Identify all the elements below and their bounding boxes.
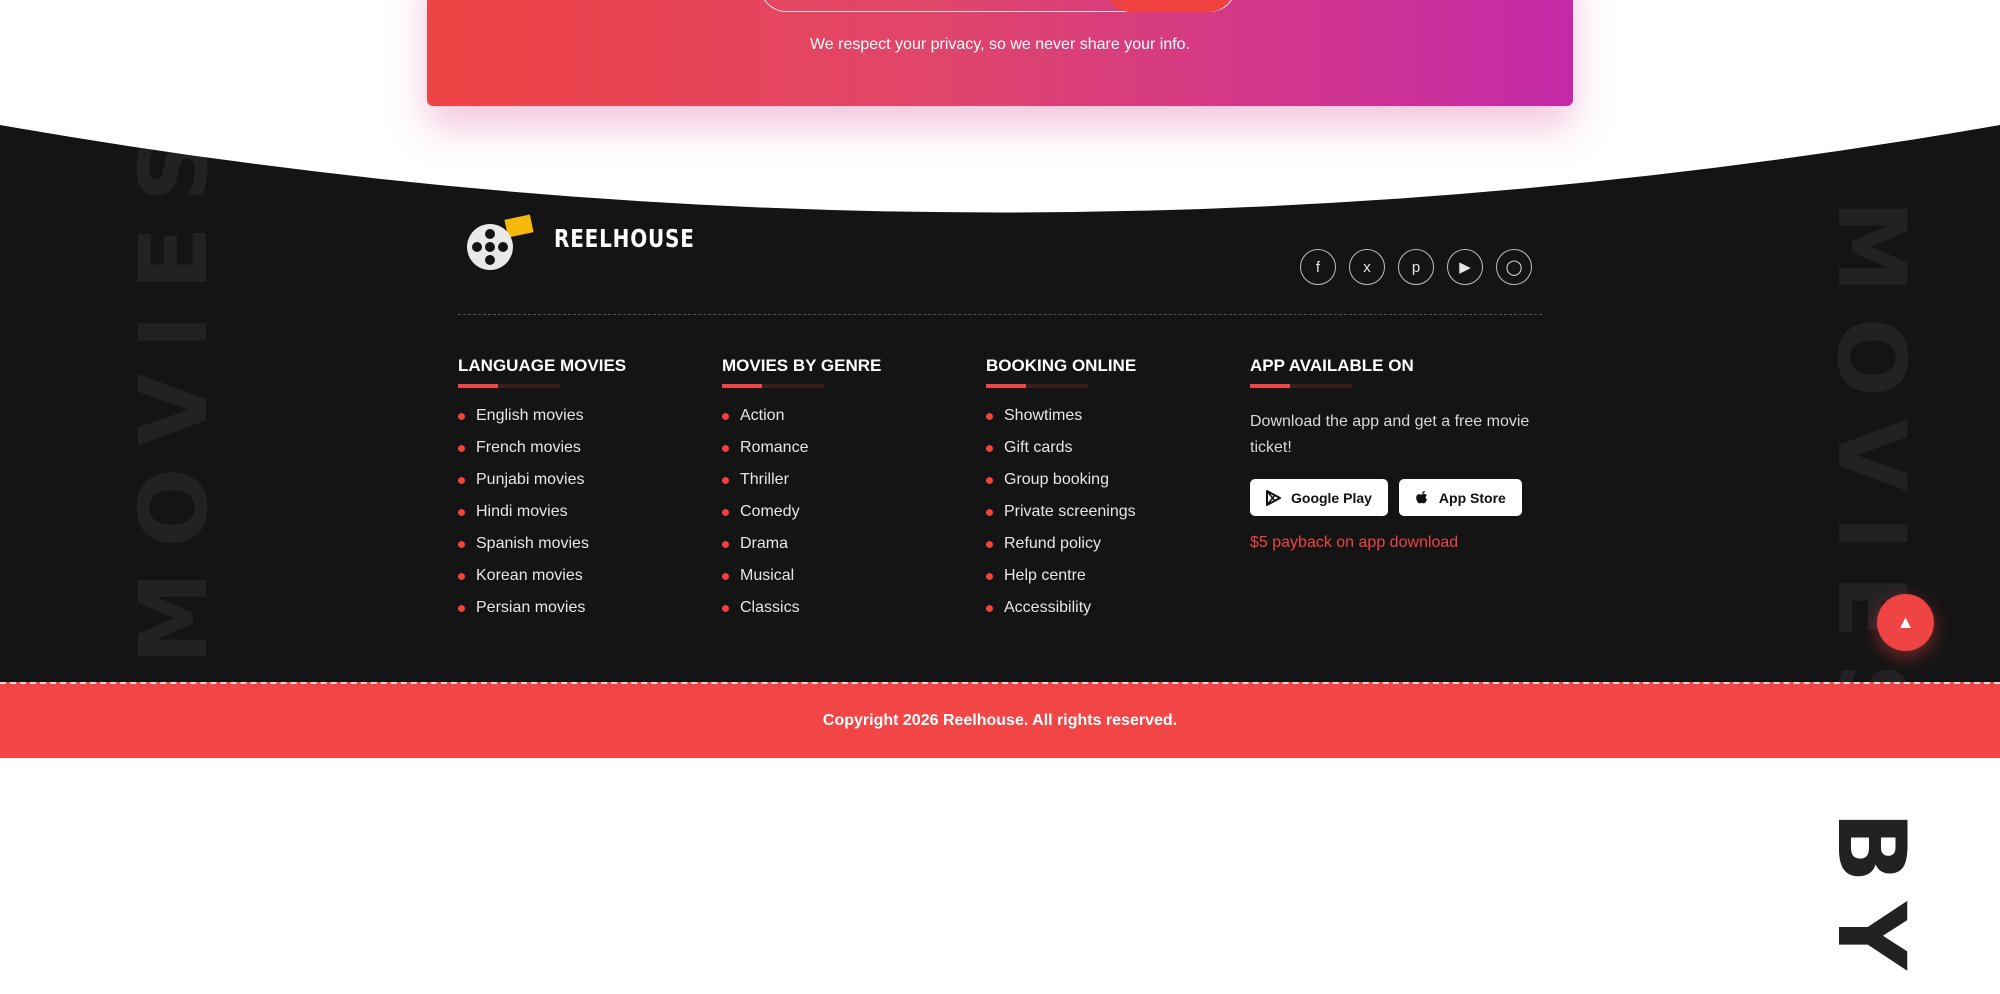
- scroll-to-top-button[interactable]: ▲: [1877, 594, 1934, 651]
- reel-logo-icon[interactable]: [466, 214, 536, 274]
- footer-link-help-centre[interactable]: Help centre: [986, 568, 1136, 600]
- app-store-button[interactable]: App Store: [1398, 479, 1522, 516]
- payback-offer[interactable]: $5 payback on app download: [1250, 534, 1540, 552]
- apple-icon: [1415, 490, 1429, 506]
- column-language-movies: LANGUAGE MOVIES English movies French mo…: [458, 356, 626, 632]
- footer-link-accessibility[interactable]: Accessibility: [986, 600, 1136, 632]
- brand-name[interactable]: REELHOUSE: [554, 224, 695, 253]
- google-play-icon: [1266, 489, 1281, 506]
- footer-link-thriller[interactable]: Thriller: [722, 472, 881, 504]
- link-list: English movies French movies Punjabi mov…: [458, 408, 626, 632]
- footer-link-romance[interactable]: Romance: [722, 440, 881, 472]
- footer-link-punjabi[interactable]: Punjabi movies: [458, 472, 626, 504]
- copyright-text: Copyright 2026 Reelhouse. All rights res…: [822, 712, 1178, 729]
- footer-link-persian[interactable]: Persian movies: [458, 600, 626, 632]
- footer-link-korean[interactable]: Korean movies: [458, 568, 626, 600]
- footer-link-french[interactable]: French movies: [458, 440, 626, 472]
- title-underline: [458, 384, 560, 388]
- column-app-available: APP AVAILABLE ON Download the app and ge…: [1250, 356, 1540, 552]
- copyright-bar: Copyright 2026 Reelhouse. All rights res…: [0, 682, 2000, 758]
- footer-link-action[interactable]: Action: [722, 408, 881, 440]
- social-links: f x p ▶ ◯: [1300, 249, 1532, 285]
- app-description: Download the app and get a free movie ti…: [1250, 413, 1530, 456]
- footer-link-refund-policy[interactable]: Refund policy: [986, 536, 1136, 568]
- footer-link-hindi[interactable]: Hindi movies: [458, 504, 626, 536]
- column-movies-by-genre: MOVIES BY GENRE Action Romance Thriller …: [722, 356, 881, 632]
- column-title: MOVIES BY GENRE: [722, 356, 882, 375]
- footer-link-comedy[interactable]: Comedy: [722, 504, 881, 536]
- footer-link-spanish[interactable]: Spanish movies: [458, 536, 626, 568]
- column-title: LANGUAGE MOVIES: [458, 356, 627, 375]
- link-list: Showtimes Gift cards Group booking Priva…: [986, 408, 1136, 632]
- facebook-icon[interactable]: f: [1300, 249, 1336, 285]
- link-list: Action Romance Thriller Comedy Drama Mus…: [722, 408, 881, 632]
- title-underline: [1250, 384, 1352, 388]
- instagram-icon[interactable]: ◯: [1496, 249, 1532, 285]
- column-booking-online: BOOKING ONLINE Showtimes Gift cards Grou…: [986, 356, 1136, 632]
- arrow-up-icon: ▲: [1896, 612, 1915, 632]
- title-underline: [722, 384, 824, 388]
- footer-link-musical[interactable]: Musical: [722, 568, 881, 600]
- google-play-label: Google Play: [1291, 489, 1372, 506]
- footer-link-gift-cards[interactable]: Gift cards: [986, 440, 1136, 472]
- store-buttons: Google Play App Store: [1250, 479, 1540, 516]
- footer-content: REELHOUSE f x p ▶ ◯ LANGUAGE MOVIES Engl…: [0, 0, 2000, 759]
- footer-link-showtimes[interactable]: Showtimes: [986, 408, 1136, 440]
- footer-link-classics[interactable]: Classics: [722, 600, 881, 632]
- footer-link-drama[interactable]: Drama: [722, 536, 881, 568]
- footer-link-english[interactable]: English movies: [458, 408, 626, 440]
- footer-link-private-screenings[interactable]: Private screenings: [986, 504, 1136, 536]
- app-store-label: App Store: [1438, 489, 1506, 506]
- youtube-icon[interactable]: ▶: [1447, 249, 1483, 285]
- pinterest-icon[interactable]: p: [1398, 249, 1434, 285]
- footer-link-group-booking[interactable]: Group booking: [986, 472, 1136, 504]
- column-title: BOOKING ONLINE: [986, 356, 1137, 375]
- google-play-button[interactable]: Google Play: [1250, 479, 1388, 516]
- x-icon[interactable]: x: [1349, 249, 1385, 285]
- column-title: APP AVAILABLE ON: [1250, 356, 1414, 375]
- footer-divider: [458, 314, 1542, 315]
- title-underline: [986, 384, 1088, 388]
